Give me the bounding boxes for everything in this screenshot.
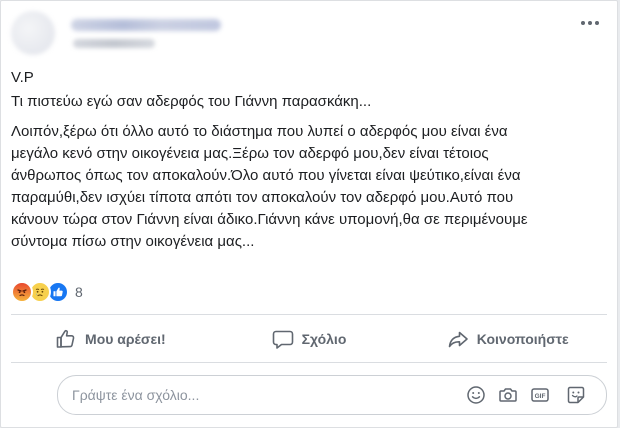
comment-input[interactable]: [72, 376, 432, 414]
speech-bubble-icon: [272, 328, 294, 350]
author-avatar-blurred[interactable]: [11, 11, 55, 55]
post-text: V.P Τι πιστεύω εγώ σαν αδερφός του Γιάνν…: [11, 67, 609, 253]
svg-text:GIF: GIF: [535, 393, 546, 400]
camera-icon[interactable]: [498, 385, 518, 405]
post-header: [11, 9, 607, 59]
share-arrow-icon: [447, 328, 469, 350]
comment-box: GIF: [57, 375, 607, 415]
divider: [11, 362, 607, 363]
post-paragraph-1: V.P: [11, 69, 34, 86]
angry-reaction-icon: [11, 281, 33, 303]
thumbs-up-icon: [55, 328, 77, 350]
comment-button[interactable]: Σχόλιο: [210, 317, 409, 361]
reactions-summary[interactable]: 8: [11, 281, 83, 303]
action-bar: Μου αρέσει! Σχόλιο Κοινοποιήστε: [11, 317, 607, 361]
post-paragraph-3: Λοιπόν,ξέρω ότι όλλο αυτό το διάστημα πο…: [11, 123, 528, 250]
post-paragraph-2: Τι πιστεύω εγώ σαν αδερφός του Γιάννη πα…: [11, 93, 372, 110]
reaction-count[interactable]: 8: [75, 284, 83, 300]
like-button[interactable]: Μου αρέσει!: [11, 317, 210, 361]
like-button-label: Μου αρέσει!: [85, 331, 166, 347]
post-timestamp-blurred[interactable]: [73, 39, 155, 48]
more-options-icon[interactable]: [577, 15, 603, 31]
divider: [11, 314, 607, 315]
sticker-icon[interactable]: [566, 385, 586, 405]
gif-icon[interactable]: GIF: [530, 385, 550, 405]
emoji-icon[interactable]: [466, 385, 486, 405]
author-name-blurred[interactable]: [71, 19, 221, 31]
share-button[interactable]: Κοινοποιήστε: [408, 317, 607, 361]
comment-button-label: Σχόλιο: [301, 331, 347, 347]
post-card: V.P Τι πιστεύω εγώ σαν αδερφός του Γιάνν…: [0, 0, 618, 428]
share-button-label: Κοινοποιήστε: [476, 331, 569, 347]
